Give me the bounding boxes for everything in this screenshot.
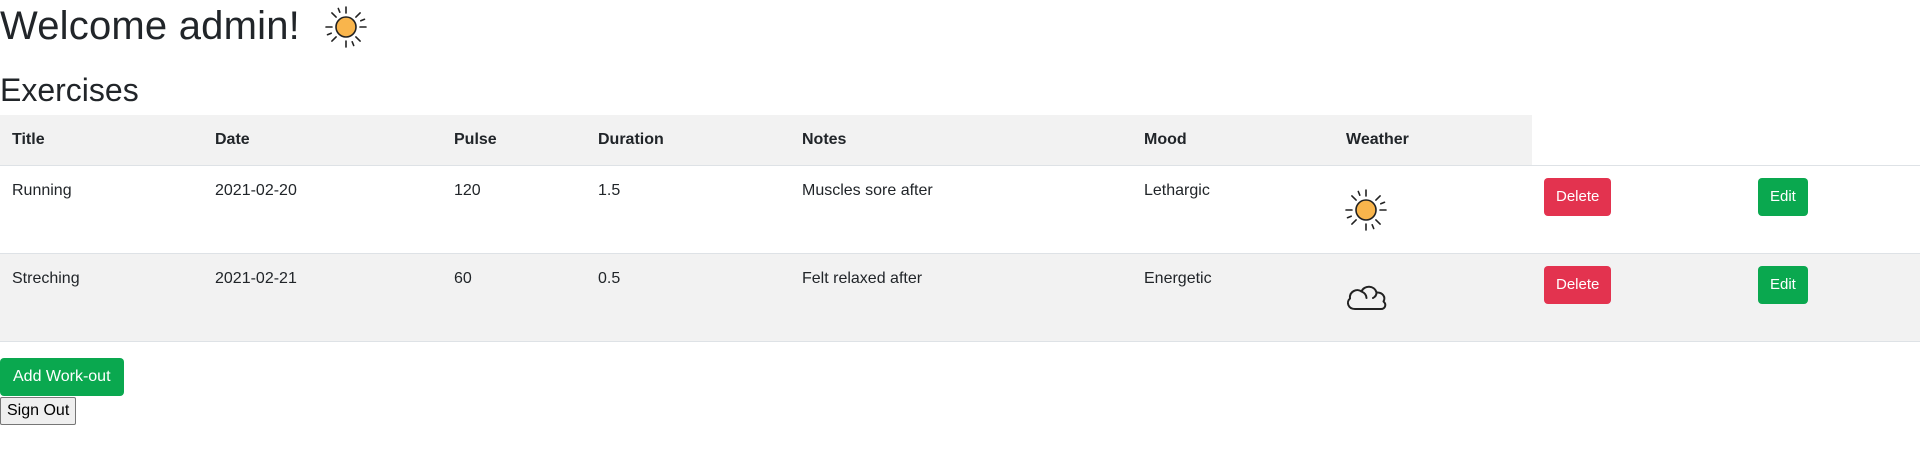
cell-date: 2021-02-20 [215, 181, 297, 199]
cell-title: Streching [12, 269, 80, 287]
column-header-title: Title [0, 115, 203, 166]
exercises-table: Title Date Pulse Duration Notes Mood Wea… [0, 115, 1920, 342]
column-header-weather: Weather [1334, 115, 1532, 166]
cell-mood: Energetic [1144, 269, 1212, 287]
column-header-delete [1532, 115, 1746, 166]
delete-button[interactable]: Delete [1544, 177, 1612, 216]
cell-edit: Edit [1746, 253, 1920, 341]
edit-button[interactable]: Edit [1758, 265, 1808, 304]
sun-icon [1344, 188, 1532, 232]
column-header-pulse: Pulse [442, 115, 586, 166]
cell-duration: 0.5 [598, 269, 621, 287]
table-row: Streching 2021-02-21 60 0.5 Felt relaxed… [0, 253, 1920, 341]
column-header-edit [1746, 115, 1920, 166]
welcome-header: Welcome admin! [0, 0, 368, 52]
add-workout-button[interactable]: Add Work-out [0, 358, 124, 396]
cell-notes: Muscles sore after [802, 181, 933, 199]
cell-weather [1334, 253, 1532, 341]
cell-edit: Edit [1746, 165, 1920, 253]
cell-notes: Felt relaxed after [802, 269, 923, 287]
cell-pulse: 60 [454, 269, 472, 287]
table-row: Running 2021-02-20 120 1.5 Muscles sore … [0, 165, 1920, 253]
column-header-notes: Notes [790, 115, 1132, 166]
cell-delete: Delete [1532, 253, 1746, 341]
cell-delete: Delete [1532, 165, 1746, 253]
cloud-icon [1344, 276, 1532, 316]
edit-button[interactable]: Edit [1758, 177, 1808, 216]
page: Welcome admin! Exercises Title Date Puls… [0, 0, 1920, 456]
welcome-title: Welcome admin! [0, 4, 300, 48]
column-header-mood: Mood [1132, 115, 1334, 166]
table-header-row: Title Date Pulse Duration Notes Mood Wea… [0, 115, 1920, 166]
cell-weather [1334, 165, 1532, 253]
sun-icon [325, 6, 367, 48]
cell-mood: Lethargic [1144, 181, 1210, 199]
column-header-duration: Duration [586, 115, 790, 166]
delete-button[interactable]: Delete [1544, 265, 1612, 304]
cell-pulse: 120 [454, 181, 481, 199]
cell-duration: 1.5 [598, 181, 621, 199]
section-title: Exercises [0, 72, 139, 108]
column-header-date: Date [203, 115, 442, 166]
cell-title: Running [12, 181, 72, 199]
cell-date: 2021-02-21 [215, 269, 297, 287]
sign-out-button[interactable]: Sign Out [0, 397, 77, 425]
